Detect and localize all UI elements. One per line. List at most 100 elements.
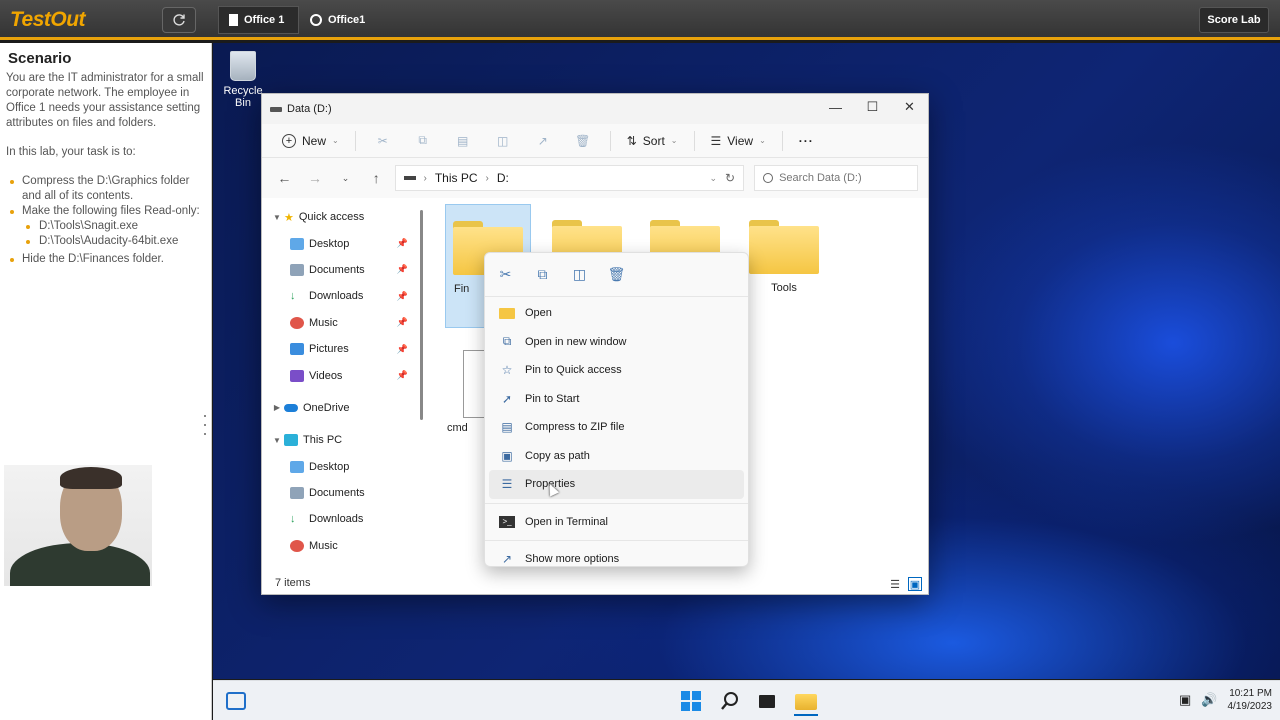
- nav-desktop[interactable]: Desktop 📌: [262, 230, 422, 256]
- nav-quick-access[interactable]: ▼ ★ Quick access: [262, 204, 422, 230]
- documents-icon: [290, 263, 304, 276]
- score-lab-button[interactable]: Score Lab: [1199, 7, 1269, 33]
- pin-icon: 📌: [396, 238, 408, 249]
- delete-icon[interactable]: 🗑: [600, 260, 633, 290]
- chevron-down-icon[interactable]: ⌄: [709, 173, 717, 184]
- chevron-down-icon[interactable]: ▼: [270, 213, 284, 222]
- maximize-button[interactable]: ☐: [854, 94, 891, 120]
- nav-onedrive[interactable]: ▶ OneDrive: [262, 395, 422, 421]
- nav-pc-music[interactable]: Music: [262, 533, 422, 559]
- menu-open-new-window[interactable]: ⧉ Open in new window: [489, 328, 744, 357]
- menu-show-more-options[interactable]: ↗ Show more options: [489, 545, 744, 574]
- minimize-button[interactable]: —: [817, 94, 854, 120]
- folder-tools[interactable]: Tools: [741, 220, 827, 294]
- pin-icon: 📌: [396, 343, 408, 354]
- rename-button[interactable]: ◫: [484, 128, 522, 154]
- volume-icon[interactable]: 🔊: [1201, 692, 1217, 708]
- system-tray: ▣ 🔊 10:21 PM 4/19/2023: [1179, 687, 1272, 713]
- breadcrumb-office-1[interactable]: Office 1: [218, 6, 300, 34]
- details-view-icon[interactable]: ☰: [888, 577, 902, 591]
- close-button[interactable]: ✕: [891, 94, 928, 120]
- cut-icon[interactable]: ✂: [489, 260, 522, 290]
- start-windows-icon[interactable]: [679, 690, 703, 712]
- new-button[interactable]: + New ⌄: [274, 128, 347, 154]
- breadcrumb-office1-computer[interactable]: Office1: [300, 6, 375, 34]
- cut-button[interactable]: ✂: [364, 128, 402, 154]
- nav-label: Quick access: [298, 211, 365, 224]
- nav-this-pc[interactable]: ▼ This PC: [262, 427, 422, 453]
- task-item: Make the following files Read-only: D:\T…: [6, 204, 205, 249]
- computer-icon: [310, 14, 322, 26]
- menu-label: Compress to ZIP file: [525, 421, 625, 434]
- recycle-bin-icon: [230, 51, 256, 81]
- menu-pin-start[interactable]: ➚ Pin to Start: [489, 385, 744, 414]
- title-bar[interactable]: Data (D:) — ☐ ✕: [262, 94, 928, 124]
- nav-pc-desktop[interactable]: Desktop: [262, 454, 422, 480]
- menu-pin-quick-access[interactable]: ☆ Pin to Quick access: [489, 356, 744, 385]
- address-this-pc[interactable]: This PC: [435, 171, 478, 185]
- menu-open[interactable]: Open: [489, 299, 744, 328]
- computer-icon: [284, 434, 298, 447]
- refresh-button[interactable]: [162, 7, 196, 33]
- search-icon: [763, 173, 774, 183]
- menu-open-terminal[interactable]: >_ Open in Terminal: [489, 508, 744, 537]
- view-label: View: [727, 133, 754, 148]
- view-button[interactable]: ☰ View ⌄: [703, 128, 774, 154]
- chevron-down-icon: ⌄: [759, 136, 766, 145]
- widgets-icon[interactable]: [226, 692, 246, 710]
- panel-resize-handle[interactable]: [204, 415, 208, 435]
- documents-icon: [290, 487, 304, 500]
- address-bar[interactable]: › This PC › D: ⌄ ↻: [394, 165, 745, 191]
- task-view-icon[interactable]: [755, 690, 779, 712]
- up-arrow-icon[interactable]: ↑: [364, 170, 389, 186]
- search-icon[interactable]: [718, 690, 742, 712]
- copy-icon: ⧉: [418, 133, 427, 147]
- scenario-intro: You are the IT administrator for a small…: [6, 72, 204, 129]
- chevron-right-icon[interactable]: ▶: [270, 403, 284, 412]
- nav-music[interactable]: Music 📌: [262, 310, 422, 336]
- nav-pictures[interactable]: Pictures 📌: [262, 336, 422, 362]
- chevron-down-icon[interactable]: ▼: [270, 436, 284, 445]
- nav-pc-documents[interactable]: Documents: [262, 480, 422, 506]
- rename-icon[interactable]: ◫: [563, 260, 596, 290]
- task-2-text: Make the following files Read-only:: [22, 205, 200, 217]
- rename-icon: ◫: [497, 133, 509, 148]
- music-icon: [290, 316, 304, 329]
- clock[interactable]: 10:21 PM 4/19/2023: [1228, 687, 1273, 713]
- file-explorer-taskbar-icon[interactable]: [794, 690, 818, 716]
- nav-scrollbar[interactable]: [420, 210, 423, 420]
- copy-button[interactable]: ⧉: [404, 128, 442, 154]
- address-drive[interactable]: D:: [497, 171, 509, 185]
- task-list: Compress the D:\Graphics folder and all …: [6, 174, 205, 267]
- pin-icon: ➚: [501, 391, 513, 406]
- network-icon[interactable]: ▣: [1179, 692, 1191, 708]
- large-icons-view-icon[interactable]: ▣: [908, 577, 922, 591]
- menu-properties[interactable]: ☰ Properties: [489, 470, 744, 499]
- sort-label: Sort: [642, 133, 665, 148]
- share-button[interactable]: ↗: [524, 128, 562, 154]
- nav-downloads[interactable]: ↓ Downloads 📌: [262, 283, 422, 309]
- music-icon: [290, 539, 304, 552]
- paste-button[interactable]: ▤: [444, 128, 482, 154]
- search-input[interactable]: Search Data (D:): [754, 165, 918, 191]
- nav-pc-downloads[interactable]: ↓ Downloads: [262, 506, 422, 532]
- task-item: Hide the D:\Finances folder.: [6, 252, 205, 267]
- task-1-text: Compress the D:\Graphics folder and all …: [22, 175, 190, 202]
- copy-icon[interactable]: ⧉: [526, 260, 559, 290]
- context-menu: ✂ ⧉ ◫ 🗑 Open ⧉ Open in new window ☆ Pin to…: [484, 252, 749, 567]
- recent-locations-chevron-icon[interactable]: ⌄: [333, 173, 358, 184]
- menu-compress-zip[interactable]: ▤ Compress to ZIP file: [489, 413, 744, 442]
- menu-copy-path[interactable]: ▣ Copy as path: [489, 442, 744, 471]
- back-arrow-icon[interactable]: ←: [272, 170, 297, 186]
- more-options-button[interactable]: ···: [791, 128, 822, 154]
- refresh-icon[interactable]: ↻: [725, 171, 735, 185]
- delete-button[interactable]: 🗑: [564, 128, 602, 154]
- sort-button[interactable]: ⇅ Sort ⌄: [619, 128, 686, 154]
- nav-documents[interactable]: Documents 📌: [262, 257, 422, 283]
- webcam-video: [4, 465, 152, 586]
- properties-icon: ☰: [501, 477, 513, 492]
- menu-label: Show more options: [525, 553, 620, 566]
- nav-videos[interactable]: Videos 📌: [262, 362, 422, 388]
- breadcrumb-office-1-label: Office 1: [244, 14, 285, 26]
- forward-arrow-icon[interactable]: →: [303, 170, 328, 186]
